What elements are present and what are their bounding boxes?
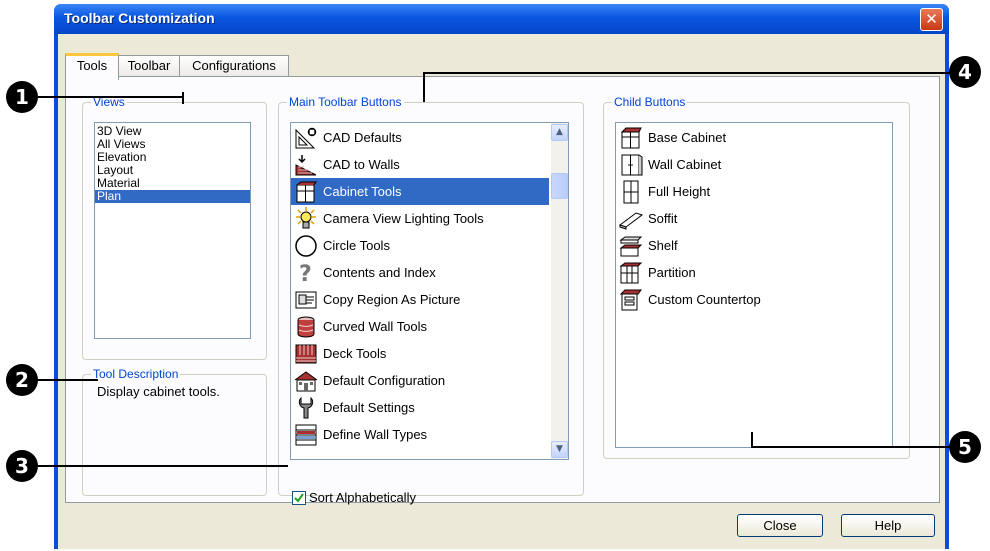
- child-item-full-height[interactable]: Full Height: [616, 178, 890, 205]
- list-item-cabinet-tools[interactable]: Cabinet Tools: [291, 178, 549, 205]
- callout-3: 3: [6, 450, 38, 482]
- scroll-up-button[interactable]: ▲: [551, 124, 568, 141]
- wall-types-icon: [295, 424, 317, 446]
- list-item-label: Deck Tools: [323, 346, 387, 361]
- child-item-partition[interactable]: Partition: [616, 259, 890, 286]
- child-item-wall-cabinet[interactable]: Wall Cabinet: [616, 151, 890, 178]
- partition-icon: [619, 262, 643, 284]
- list-item-label: Custom Countertop: [648, 292, 761, 307]
- main-buttons-scrollbar[interactable]: ▲ ▼: [551, 123, 568, 459]
- cabinet-icon: [296, 181, 317, 203]
- list-item-label: Base Cabinet: [648, 130, 727, 145]
- tab-tools[interactable]: Tools: [65, 53, 119, 80]
- child-buttons-listbox[interactable]: Base Cabinet Wall Cabinet Full Height So…: [615, 122, 893, 448]
- tab-toolbar[interactable]: Toolbar: [118, 55, 180, 76]
- house-icon: [294, 371, 318, 392]
- list-item-label: Curved Wall Tools: [323, 319, 428, 334]
- help-button[interactable]: Help: [841, 514, 935, 537]
- countertop-icon: [619, 289, 642, 311]
- callout-2-line: [38, 379, 98, 381]
- list-item-cad-defaults[interactable]: CAD Defaults: [291, 124, 549, 151]
- view-item-plan[interactable]: Plan: [95, 190, 250, 203]
- toolbar-customization-dialog: Toolbar Customization ✕ Tools Toolbar Co…: [54, 4, 949, 549]
- close-window-button[interactable]: ✕: [920, 8, 943, 31]
- list-item-contents-and-index[interactable]: ? Contents and Index: [291, 259, 549, 286]
- list-item-label: Default Settings: [323, 400, 415, 415]
- circle-icon: [295, 235, 317, 257]
- sort-alphabetically-checkbox[interactable]: [292, 491, 306, 505]
- main-buttons-list: CAD Defaults CAD to Walls Cabinet Tools …: [291, 124, 549, 448]
- list-item-label: Contents and Index: [323, 265, 436, 280]
- callout-2: 2: [6, 364, 38, 396]
- cad-to-walls-icon: [295, 155, 317, 176]
- list-item-label: Define Wall Types: [323, 427, 428, 442]
- tools-tab-page: Views 3D View All Views Elevation Layout…: [65, 76, 940, 505]
- child-buttons-list: Base Cabinet Wall Cabinet Full Height So…: [616, 124, 890, 313]
- svg-text:?: ?: [299, 262, 312, 285]
- list-item-deck-tools[interactable]: Deck Tools: [291, 340, 549, 367]
- light-bulb-icon: [296, 207, 316, 229]
- list-item-cad-to-walls[interactable]: CAD to Walls: [291, 151, 549, 178]
- child-item-soffit[interactable]: Soffit: [616, 205, 890, 232]
- list-item-label: Copy Region As Picture: [323, 292, 461, 307]
- callout-5-line: [751, 446, 951, 448]
- help-question-icon: ?: [299, 262, 312, 285]
- views-listbox[interactable]: 3D View All Views Elevation Layout Mater…: [94, 122, 251, 339]
- main-toolbar-buttons-legend: Main Toolbar Buttons: [287, 95, 404, 109]
- list-item-copy-region-as-picture[interactable]: Copy Region As Picture: [291, 286, 549, 313]
- list-item-default-configuration[interactable]: Default Configuration: [291, 367, 549, 394]
- list-item-circle-tools[interactable]: Circle Tools: [291, 232, 549, 259]
- scroll-thumb[interactable]: [551, 173, 568, 199]
- callout-4-tick: [423, 72, 425, 102]
- list-item-curved-wall-tools[interactable]: Curved Wall Tools: [291, 313, 549, 340]
- shelf-icon: [619, 236, 643, 257]
- wall-cabinet-icon: [621, 154, 643, 176]
- callout-1-tick: [182, 92, 184, 104]
- list-item-label: Partition: [648, 265, 696, 280]
- callout-3-line: [38, 465, 288, 467]
- callout-4-line: [423, 72, 951, 74]
- dialog-client-area: Tools Toolbar Configurations Views 3D Vi…: [58, 34, 945, 549]
- list-item-label: Full Height: [648, 184, 711, 199]
- list-item-default-settings[interactable]: Default Settings: [291, 394, 549, 421]
- child-item-base-cabinet[interactable]: Base Cabinet: [616, 124, 890, 151]
- deck-icon: [295, 344, 317, 364]
- list-item-label: Camera View Lighting Tools: [323, 211, 484, 226]
- child-buttons-legend: Child Buttons: [612, 95, 688, 109]
- callout-4: 4: [949, 56, 981, 88]
- main-toolbar-buttons-listbox[interactable]: CAD Defaults CAD to Walls Cabinet Tools …: [290, 122, 569, 460]
- tool-description-text: Display cabinet tools.: [97, 384, 220, 399]
- list-item-label: Soffit: [648, 211, 678, 226]
- close-button[interactable]: Close: [737, 514, 823, 537]
- base-cabinet-icon: [620, 127, 642, 149]
- child-item-custom-countertop[interactable]: Custom Countertop: [616, 286, 890, 313]
- tool-description-legend: Tool Description: [91, 367, 181, 381]
- full-height-cabinet-icon: [623, 180, 639, 204]
- callout-1-line: [38, 96, 183, 98]
- list-item-label: Circle Tools: [323, 238, 390, 253]
- cad-defaults-icon: [295, 127, 317, 149]
- callout-1: 1: [6, 81, 38, 113]
- scroll-down-button[interactable]: ▼: [551, 441, 568, 458]
- child-item-shelf[interactable]: Shelf: [616, 232, 890, 259]
- list-item-label: Cabinet Tools: [323, 184, 402, 199]
- checkmark-icon: [294, 493, 304, 503]
- list-item-define-wall-types[interactable]: Define Wall Types: [291, 421, 549, 448]
- soffit-icon: [619, 212, 643, 230]
- list-item-camera-view-lighting-tools[interactable]: Camera View Lighting Tools: [291, 205, 549, 232]
- callout-5: 5: [949, 431, 981, 463]
- list-item-label: Default Configuration: [323, 373, 446, 388]
- title-bar: Toolbar Customization ✕: [54, 4, 949, 34]
- curved-wall-icon: [297, 316, 315, 338]
- list-item-label: CAD Defaults: [323, 130, 402, 145]
- tab-configurations[interactable]: Configurations: [179, 55, 289, 76]
- sort-alphabetically-label[interactable]: Sort Alphabetically: [309, 490, 416, 505]
- list-item-label: Shelf: [648, 238, 678, 253]
- list-item-label: Wall Cabinet: [648, 157, 722, 172]
- copy-picture-icon: [295, 291, 317, 309]
- wrench-icon: [298, 396, 314, 419]
- callout-5-tick: [751, 432, 753, 447]
- list-item-label: CAD to Walls: [323, 157, 400, 172]
- window-title: Toolbar Customization: [64, 10, 215, 26]
